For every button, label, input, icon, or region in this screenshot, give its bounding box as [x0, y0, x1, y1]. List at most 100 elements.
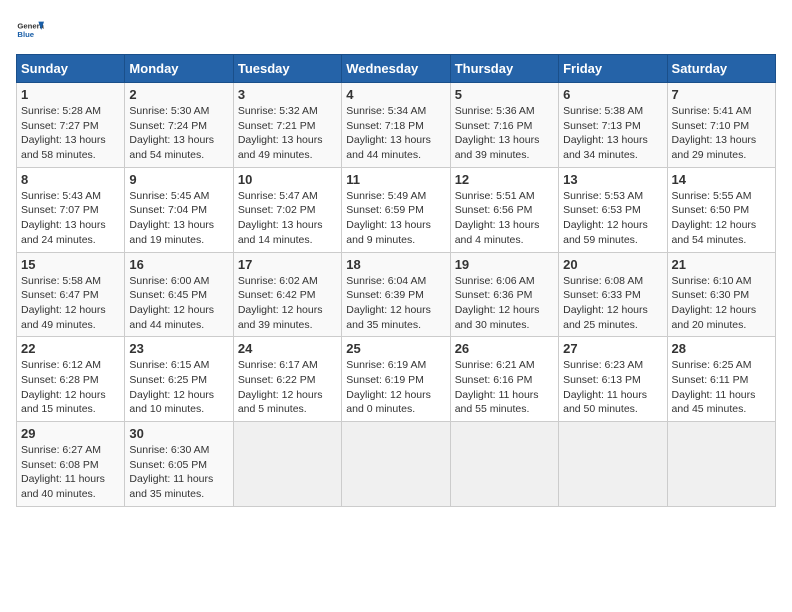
day-number: 5: [455, 87, 554, 102]
day-info: Sunrise: 6:06 AM Sunset: 6:36 PM Dayligh…: [455, 274, 554, 333]
day-info: Sunrise: 6:12 AM Sunset: 6:28 PM Dayligh…: [21, 358, 120, 417]
day-number: 15: [21, 257, 120, 272]
day-cell: 5 Sunrise: 5:36 AM Sunset: 7:16 PM Daylig…: [450, 83, 558, 168]
day-number: 29: [21, 426, 120, 441]
day-info: Sunrise: 6:00 AM Sunset: 6:45 PM Dayligh…: [129, 274, 228, 333]
day-info: Sunrise: 5:43 AM Sunset: 7:07 PM Dayligh…: [21, 189, 120, 248]
day-cell: 8 Sunrise: 5:43 AM Sunset: 7:07 PM Daylig…: [17, 167, 125, 252]
day-info: Sunrise: 5:47 AM Sunset: 7:02 PM Dayligh…: [238, 189, 337, 248]
day-info: Sunrise: 6:21 AM Sunset: 6:16 PM Dayligh…: [455, 358, 554, 417]
day-number: 4: [346, 87, 445, 102]
day-cell: [342, 422, 450, 507]
week-row-1: 1Sunrise: 5:28 AM Sunset: 7:27 PM Daylig…: [17, 83, 776, 168]
day-cell: 7 Sunrise: 5:41 AM Sunset: 7:10 PM Daylig…: [667, 83, 775, 168]
day-number: 30: [129, 426, 228, 441]
day-number: 19: [455, 257, 554, 272]
day-cell: 25 Sunrise: 6:19 AM Sunset: 6:19 PM Dayli…: [342, 337, 450, 422]
day-info: Sunrise: 5:53 AM Sunset: 6:53 PM Dayligh…: [563, 189, 662, 248]
weekday-tuesday: Tuesday: [233, 55, 341, 83]
day-cell: 4Sunrise: 5:34 AM Sunset: 7:18 PM Daylig…: [342, 83, 450, 168]
day-cell: 11Sunrise: 5:49 AM Sunset: 6:59 PM Dayli…: [342, 167, 450, 252]
day-cell: 22 Sunrise: 6:12 AM Sunset: 6:28 PM Dayli…: [17, 337, 125, 422]
day-number: 3: [238, 87, 337, 102]
day-cell: 9Sunrise: 5:45 AM Sunset: 7:04 PM Daylig…: [125, 167, 233, 252]
weekday-monday: Monday: [125, 55, 233, 83]
day-number: 9: [129, 172, 228, 187]
day-cell: [450, 422, 558, 507]
day-number: 13: [563, 172, 662, 187]
day-number: 18: [346, 257, 445, 272]
day-cell: 21 Sunrise: 6:10 AM Sunset: 6:30 PM Dayli…: [667, 252, 775, 337]
day-cell: 29 Sunrise: 6:27 AM Sunset: 6:08 PM Dayli…: [17, 422, 125, 507]
day-info: Sunrise: 5:55 AM Sunset: 6:50 PM Dayligh…: [672, 189, 771, 248]
day-cell: [559, 422, 667, 507]
day-number: 23: [129, 341, 228, 356]
header: General Blue: [16, 16, 776, 44]
weekday-wednesday: Wednesday: [342, 55, 450, 83]
day-number: 8: [21, 172, 120, 187]
day-info: Sunrise: 6:30 AM Sunset: 6:05 PM Dayligh…: [129, 443, 228, 502]
weekday-sunday: Sunday: [17, 55, 125, 83]
svg-text:Blue: Blue: [17, 30, 34, 39]
day-number: 11: [346, 172, 445, 187]
day-cell: 13 Sunrise: 5:53 AM Sunset: 6:53 PM Dayli…: [559, 167, 667, 252]
day-number: 22: [21, 341, 120, 356]
day-number: 16: [129, 257, 228, 272]
day-info: Sunrise: 6:08 AM Sunset: 6:33 PM Dayligh…: [563, 274, 662, 333]
day-cell: 28Sunrise: 6:25 AM Sunset: 6:11 PM Dayli…: [667, 337, 775, 422]
weekday-header-row: SundayMondayTuesdayWednesdayThursdayFrid…: [17, 55, 776, 83]
day-info: Sunrise: 5:58 AM Sunset: 6:47 PM Dayligh…: [21, 274, 120, 333]
day-number: 7: [672, 87, 771, 102]
day-number: 17: [238, 257, 337, 272]
logo: General Blue: [16, 16, 44, 44]
day-number: 12: [455, 172, 554, 187]
day-number: 28: [672, 341, 771, 356]
day-number: 26: [455, 341, 554, 356]
day-info: Sunrise: 6:19 AM Sunset: 6:19 PM Dayligh…: [346, 358, 445, 417]
day-cell: 23 Sunrise: 6:15 AM Sunset: 6:25 PM Dayli…: [125, 337, 233, 422]
day-info: Sunrise: 5:41 AM Sunset: 7:10 PM Dayligh…: [672, 104, 771, 163]
day-number: 27: [563, 341, 662, 356]
day-info: Sunrise: 6:23 AM Sunset: 6:13 PM Dayligh…: [563, 358, 662, 417]
day-info: Sunrise: 5:28 AM Sunset: 7:27 PM Dayligh…: [21, 104, 120, 163]
day-cell: 14 Sunrise: 5:55 AM Sunset: 6:50 PM Dayli…: [667, 167, 775, 252]
day-info: Sunrise: 6:15 AM Sunset: 6:25 PM Dayligh…: [129, 358, 228, 417]
day-cell: 18 Sunrise: 6:04 AM Sunset: 6:39 PM Dayli…: [342, 252, 450, 337]
weekday-saturday: Saturday: [667, 55, 775, 83]
weekday-friday: Friday: [559, 55, 667, 83]
day-number: 14: [672, 172, 771, 187]
day-cell: 16 Sunrise: 6:00 AM Sunset: 6:45 PM Dayli…: [125, 252, 233, 337]
day-info: Sunrise: 6:04 AM Sunset: 6:39 PM Dayligh…: [346, 274, 445, 333]
day-cell: 24Sunrise: 6:17 AM Sunset: 6:22 PM Dayli…: [233, 337, 341, 422]
day-number: 2: [129, 87, 228, 102]
day-cell: 30 Sunrise: 6:30 AM Sunset: 6:05 PM Dayli…: [125, 422, 233, 507]
day-number: 25: [346, 341, 445, 356]
day-cell: 12 Sunrise: 5:51 AM Sunset: 6:56 PM Dayli…: [450, 167, 558, 252]
day-cell: 1Sunrise: 5:28 AM Sunset: 7:27 PM Daylig…: [17, 83, 125, 168]
week-row-3: 15 Sunrise: 5:58 AM Sunset: 6:47 PM Dayli…: [17, 252, 776, 337]
calendar-header: SundayMondayTuesdayWednesdayThursdayFrid…: [17, 55, 776, 83]
week-row-4: 22 Sunrise: 6:12 AM Sunset: 6:28 PM Dayli…: [17, 337, 776, 422]
day-cell: 20Sunrise: 6:08 AM Sunset: 6:33 PM Dayli…: [559, 252, 667, 337]
weekday-thursday: Thursday: [450, 55, 558, 83]
day-info: Sunrise: 6:27 AM Sunset: 6:08 PM Dayligh…: [21, 443, 120, 502]
day-cell: 10 Sunrise: 5:47 AM Sunset: 7:02 PM Dayli…: [233, 167, 341, 252]
day-cell: [233, 422, 341, 507]
day-number: 10: [238, 172, 337, 187]
day-cell: 17 Sunrise: 6:02 AM Sunset: 6:42 PM Dayli…: [233, 252, 341, 337]
day-info: Sunrise: 6:02 AM Sunset: 6:42 PM Dayligh…: [238, 274, 337, 333]
day-info: Sunrise: 5:30 AM Sunset: 7:24 PM Dayligh…: [129, 104, 228, 163]
day-info: Sunrise: 5:51 AM Sunset: 6:56 PM Dayligh…: [455, 189, 554, 248]
day-cell: 26 Sunrise: 6:21 AM Sunset: 6:16 PM Dayli…: [450, 337, 558, 422]
day-cell: 27 Sunrise: 6:23 AM Sunset: 6:13 PM Dayli…: [559, 337, 667, 422]
week-row-2: 8 Sunrise: 5:43 AM Sunset: 7:07 PM Daylig…: [17, 167, 776, 252]
day-cell: 19 Sunrise: 6:06 AM Sunset: 6:36 PM Dayli…: [450, 252, 558, 337]
day-info: Sunrise: 6:10 AM Sunset: 6:30 PM Dayligh…: [672, 274, 771, 333]
day-number: 24: [238, 341, 337, 356]
day-number: 21: [672, 257, 771, 272]
day-info: Sunrise: 5:38 AM Sunset: 7:13 PM Dayligh…: [563, 104, 662, 163]
day-info: Sunrise: 5:32 AM Sunset: 7:21 PM Dayligh…: [238, 104, 337, 163]
day-cell: [667, 422, 775, 507]
day-info: Sunrise: 5:36 AM Sunset: 7:16 PM Dayligh…: [455, 104, 554, 163]
day-number: 6: [563, 87, 662, 102]
